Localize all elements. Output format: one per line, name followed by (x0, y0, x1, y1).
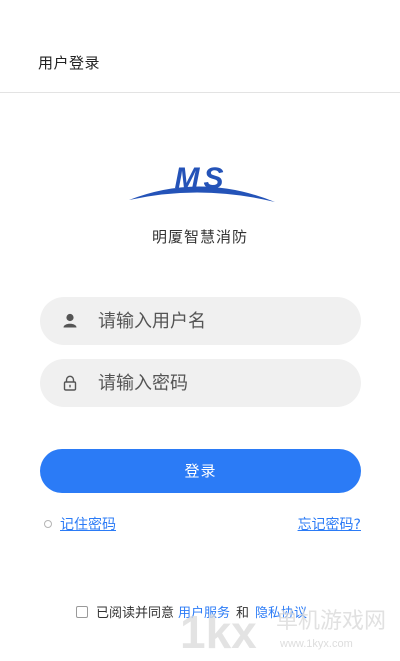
ms-logo: MS (129, 162, 275, 202)
logo-text: MS (175, 162, 228, 195)
user-icon (63, 313, 77, 328)
password-input[interactable] (98, 359, 348, 407)
watermark-logo: 1kx (180, 606, 257, 658)
username-field[interactable] (40, 297, 361, 345)
agree-prefix: 已阅读并同意 (96, 606, 175, 621)
watermark-url: www.1kyx.com (279, 638, 353, 650)
remember-checkbox[interactable] (44, 520, 52, 528)
watermark-name: 单机游戏网 (276, 609, 386, 634)
login-page: 用户登录 MS 明厦智慧消防 登录 记住密码 忘记密码? 已阅读并同意用户服务和… (0, 0, 400, 661)
forgot-password-link[interactable]: 忘记密码? (298, 514, 361, 534)
password-field[interactable] (40, 359, 361, 407)
site-watermark: 1kx 单机游戏网 www.1kyx.com (180, 606, 386, 658)
page-title: 用户登录 (38, 54, 101, 72)
remember-label[interactable]: 记住密码 (60, 514, 116, 534)
lock-icon (63, 375, 77, 391)
header-bar: 用户登录 (0, 0, 400, 93)
login-button[interactable]: 登录 (40, 449, 361, 493)
username-input[interactable] (98, 297, 348, 345)
app-name: 明厦智慧消防 (151, 228, 248, 246)
agree-checkbox[interactable] (76, 605, 88, 618)
